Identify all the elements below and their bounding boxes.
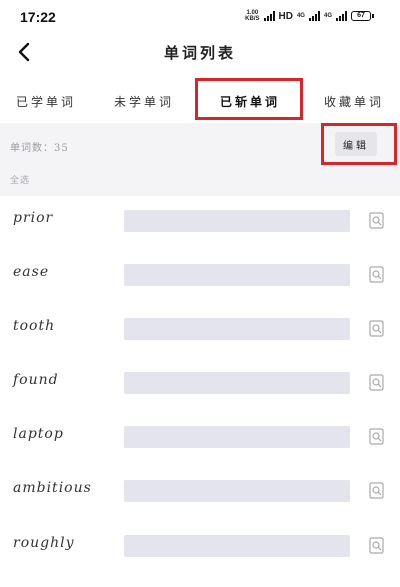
signal-icon-3 xyxy=(336,11,347,21)
tab-learned[interactable]: 已学单词 xyxy=(6,86,86,116)
hd-label: HD xyxy=(278,10,293,22)
edit-button[interactable]: 编辑 xyxy=(335,132,377,156)
meaning-mask[interactable] xyxy=(124,426,350,448)
meaning-mask[interactable] xyxy=(124,480,350,502)
select-all-button[interactable]: 全选 xyxy=(10,173,30,186)
word-row: ambitious xyxy=(0,466,400,520)
word-row: prior xyxy=(0,196,400,250)
word-list-toolbar: 单词数：35 全选 编辑 xyxy=(0,123,400,196)
network-4g-label-2: 4G xyxy=(323,13,332,19)
status-time: 17:22 xyxy=(20,9,56,25)
signal-icon xyxy=(263,11,275,21)
word-row: roughly xyxy=(0,521,400,575)
word-text: found xyxy=(13,372,59,388)
lookup-icon[interactable] xyxy=(368,372,386,394)
tab-unlearned[interactable]: 未学单词 xyxy=(104,86,184,116)
status-icons: 1.00 KB/S HD 4G 4G 67 xyxy=(245,10,374,22)
meaning-mask[interactable] xyxy=(124,535,350,557)
word-row: laptop xyxy=(0,412,400,466)
word-text: roughly xyxy=(13,535,75,551)
page-title: 单词列表 xyxy=(163,44,236,62)
battery-icon: 67 xyxy=(351,11,374,21)
battery-level: 67 xyxy=(351,11,371,21)
lookup-icon[interactable] xyxy=(368,318,386,340)
lookup-icon[interactable] xyxy=(368,535,386,557)
meaning-mask[interactable] xyxy=(124,318,350,340)
word-row: tooth xyxy=(0,304,400,358)
lookup-icon[interactable] xyxy=(368,480,386,502)
status-bar: 17:22 1.00 KB/S HD 4G 4G 67 xyxy=(0,0,400,34)
lookup-icon[interactable] xyxy=(368,210,386,232)
network-4g-label: 4G xyxy=(296,13,305,19)
signal-icon-2 xyxy=(308,11,320,21)
word-text: laptop xyxy=(13,426,64,442)
word-row: ease xyxy=(0,250,400,304)
word-row: found xyxy=(0,358,400,412)
meaning-mask[interactable] xyxy=(124,372,350,394)
word-count: 单词数：35 xyxy=(10,143,69,154)
network-speed: 1.00 KB/S xyxy=(245,10,259,22)
meaning-mask[interactable] xyxy=(124,210,350,232)
tab-highlight-box xyxy=(195,78,303,120)
word-text: prior xyxy=(13,210,54,226)
nav-header: 单词列表 xyxy=(0,34,400,70)
lookup-icon[interactable] xyxy=(368,264,386,286)
word-text: ambitious xyxy=(13,480,92,496)
lookup-icon[interactable] xyxy=(368,426,386,448)
word-text: tooth xyxy=(13,318,56,334)
word-text: ease xyxy=(13,264,50,280)
tab-favorites[interactable]: 收藏单词 xyxy=(313,86,395,116)
tab-bar: 已学单词 未学单词 已斩单词 收藏单词 xyxy=(0,76,400,122)
network-speed-unit: KB/S xyxy=(245,16,260,22)
meaning-mask[interactable] xyxy=(124,264,350,286)
